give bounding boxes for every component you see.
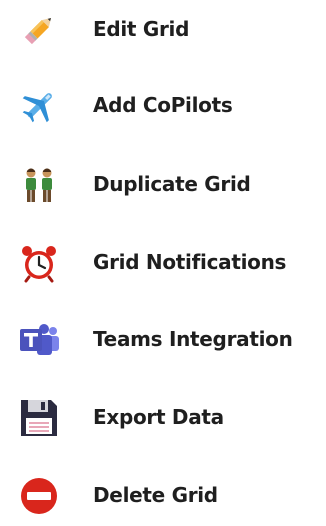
delete-grid-menu-item[interactable]: Delete Grid <box>0 466 326 526</box>
add-copilots-menu-item[interactable]: Add CoPilots <box>0 76 326 136</box>
edit-grid-label: Edit Grid <box>93 17 190 41</box>
airplane-icon <box>18 85 60 127</box>
floppy-disk-icon <box>18 397 60 439</box>
add-copilots-label: Add CoPilots <box>93 93 233 117</box>
alarm-clock-icon <box>18 242 60 284</box>
export-data-menu-item[interactable]: Export Data <box>0 388 326 448</box>
grid-actions-menu: Edit Grid Add CoPilots Duplicate Grid Gr… <box>0 0 326 514</box>
duplicate-grid-label: Duplicate Grid <box>93 172 251 196</box>
microsoft-teams-icon <box>18 319 60 361</box>
grid-notifications-label: Grid Notifications <box>93 250 287 274</box>
two-people-icon <box>18 164 60 206</box>
export-data-label: Export Data <box>93 405 224 429</box>
teams-integration-menu-item[interactable]: Teams Integration <box>0 310 326 370</box>
teams-integration-label: Teams Integration <box>93 327 293 351</box>
duplicate-grid-menu-item[interactable]: Duplicate Grid <box>0 155 326 215</box>
edit-grid-menu-item[interactable]: Edit Grid <box>0 0 326 60</box>
delete-grid-label: Delete Grid <box>93 483 218 507</box>
pencil-icon <box>18 9 60 51</box>
grid-notifications-menu-item[interactable]: Grid Notifications <box>0 233 326 293</box>
no-entry-icon <box>18 475 60 517</box>
